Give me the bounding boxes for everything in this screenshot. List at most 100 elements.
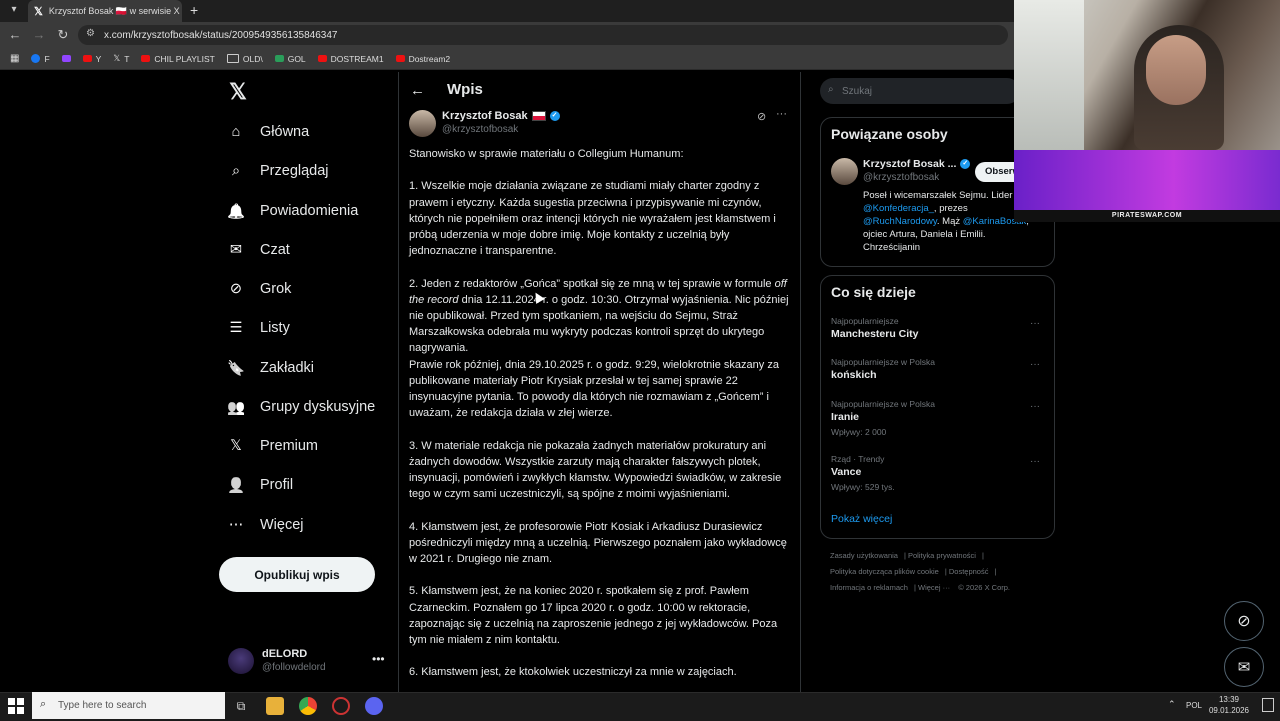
post-paragraph: 6. Kłamstwem jest, że ktokolwiek uczestn…	[409, 666, 737, 679]
publish-post-button[interactable]: Opublikuj wpis	[219, 557, 375, 592]
nav-item-7[interactable]: 🔖 Zakładki	[226, 353, 314, 383]
bookmark-t[interactable]: 𝕏T	[113, 53, 129, 64]
tray-chevron-icon[interactable]: ⌃	[1168, 699, 1176, 710]
author-name[interactable]: Krzysztof Bosak ✓	[442, 110, 560, 122]
trend-more-icon[interactable]: ···	[1030, 401, 1040, 412]
related-name[interactable]: Krzysztof Bosak ... ✓	[863, 158, 971, 170]
post-more-icon[interactable]: ···	[776, 108, 787, 120]
trend-more-icon[interactable]: ···	[1030, 456, 1040, 467]
new-tab-button[interactable]: +	[190, 0, 206, 22]
apps-icon[interactable]: ▦	[10, 53, 19, 64]
account-switcher[interactable]: dELORD @followdelord •••	[228, 646, 388, 678]
back-button[interactable]: ←	[6, 26, 24, 44]
account-name: dELORD	[262, 648, 308, 660]
bookmark-old[interactable]: OLD\	[226, 54, 263, 64]
app-icon[interactable]	[365, 697, 383, 715]
clock-time: 13:39	[1218, 695, 1240, 704]
author-handle[interactable]: @krzysztofbosak	[442, 124, 518, 135]
url-field[interactable]: ⚙ x.com/krzysztofbosak/status/2009549356…	[78, 25, 1008, 45]
nav-item-5[interactable]: ⊘ Grok	[226, 274, 292, 304]
nav-item-11[interactable]: ⋯ Więcej	[226, 510, 304, 540]
more-dots-icon[interactable]: •••	[372, 652, 385, 666]
messages-fab-button[interactable]: ✉	[1224, 647, 1264, 687]
mail-icon: ✉	[1237, 659, 1251, 676]
post-text-span: 2. Jeden z redaktorów „Gońca” spotkał si…	[409, 277, 772, 290]
page-title: Wpis	[447, 81, 483, 98]
youtube-icon	[82, 55, 92, 62]
nav-item-1[interactable]: ⌂ Główna	[226, 117, 310, 147]
browser-tab[interactable]: 𝕏 Krzysztof Bosak 🇵🇱 w serwisie X ✕	[28, 0, 182, 22]
forward-button[interactable]: →	[30, 26, 48, 44]
show-more-link[interactable]: Pokaż więcej	[831, 513, 892, 525]
nav-item-label: Profil	[260, 477, 294, 493]
site-info-icon[interactable]: ⚙	[86, 28, 95, 39]
chrome-icon[interactable]	[299, 697, 317, 715]
related-avatar[interactable]	[831, 158, 858, 185]
footer-link[interactable]: Informacja o reklamach	[830, 583, 908, 592]
taskbar-search-input[interactable]: Type here to search	[32, 692, 225, 719]
nav-item-4[interactable]: ✉ Czat	[226, 235, 290, 265]
footer-link[interactable]: Zasady użytkowania	[830, 551, 898, 560]
trend-meta: Najpopularniejsze w Polska	[831, 399, 935, 409]
bell-icon: 🔔	[226, 203, 246, 220]
trend-more-icon[interactable]: ···	[1030, 359, 1040, 370]
footer-link[interactable]: Polityka dotycząca plików cookie	[830, 567, 939, 576]
related-name-text: Krzysztof Bosak ...	[863, 158, 957, 170]
x-icon: 𝕏	[113, 53, 121, 63]
search-input[interactable]: Szukaj	[820, 78, 1020, 104]
grok-explain-icon[interactable]: ⊘	[757, 110, 766, 123]
nav-item-label: Grupy dyskusyjne	[260, 399, 376, 415]
notifications-icon[interactable]	[1262, 698, 1274, 712]
footer-link[interactable]: Polityka prywatności	[908, 551, 976, 560]
bookmark-dostream1[interactable]: DOSTREAM1	[317, 54, 384, 64]
nav-item-10[interactable]: 👤 Profil	[226, 470, 293, 500]
bookmark-y[interactable]: Y	[82, 54, 101, 64]
trend-name[interactable]: końskich	[831, 369, 877, 381]
gol-icon	[274, 55, 284, 62]
trend-more-icon[interactable]: ···	[1030, 318, 1040, 329]
grok-fab-button[interactable]: ⊘	[1224, 601, 1264, 641]
people-icon: 👥	[226, 399, 246, 416]
back-arrow-icon[interactable]: ←	[410, 82, 425, 99]
post-paragraph: 3. W materiale redakcja nie pokazała żad…	[409, 439, 782, 501]
facebook-icon	[31, 54, 41, 63]
bookmark-chil-playlist[interactable]: CHIL PLAYLIST	[141, 54, 215, 64]
trend-name[interactable]: Iranie	[831, 411, 859, 423]
tab-search-icon[interactable]: ▾	[6, 2, 22, 18]
nav-item-9[interactable]: 𝕏 Premium	[226, 431, 318, 461]
bio-link[interactable]: @RuchNarodowy	[863, 216, 937, 227]
bookmark-twitch[interactable]	[61, 55, 71, 62]
bio-text: Poseł i wicemarszałek Sejmu. Lider	[863, 190, 1013, 201]
bookmark-gol[interactable]: GOL	[274, 54, 306, 64]
nav-item-2[interactable]: ⌕ Przeglądaj	[226, 156, 329, 186]
trend-name[interactable]: Manchesteru City	[831, 328, 919, 340]
nav-item-3[interactable]: 🔔 Powiadomienia	[226, 196, 358, 226]
author-avatar[interactable]	[409, 110, 436, 137]
footer-link[interactable]: Dostępność	[949, 567, 989, 576]
search-icon: ⌕	[231, 163, 241, 179]
bio-link[interactable]: @Konfederacja_	[863, 203, 934, 214]
x-logo-icon[interactable]: 𝕏	[226, 80, 250, 104]
nav-item-6[interactable]: ☰ Listy	[226, 313, 290, 343]
file-explorer-icon[interactable]	[266, 697, 284, 715]
nav-item-8[interactable]: 👥 Grupy dyskusyjne	[226, 392, 375, 422]
tray-clock[interactable]: 13:39 09.01.2026	[1208, 694, 1250, 716]
related-handle[interactable]: @krzysztofbosak	[863, 172, 939, 183]
clock-date: 09.01.2026	[1208, 706, 1250, 715]
bookmark-f[interactable]: F	[31, 54, 50, 64]
tray-language[interactable]: POL	[1186, 701, 1202, 710]
webcam-overlay	[1014, 0, 1280, 150]
home-icon: ⌂	[231, 124, 241, 140]
task-view-icon[interactable]: ⧉	[232, 697, 250, 715]
grok-icon: ⊘	[229, 281, 243, 297]
footer-link[interactable]: Więcej ···	[918, 583, 950, 592]
post-paragraph: Prawie rok później, dnia 29.10.2025 r. o…	[409, 358, 779, 420]
windows-start-icon[interactable]	[8, 698, 24, 714]
obs-icon[interactable]	[332, 697, 350, 715]
bookmark-icon: 🔖	[226, 360, 246, 377]
post-body: Stanowisko w sprawie materiału o Collegi…	[409, 146, 789, 697]
trend-posts: Wpływy: 529 tys.	[831, 482, 895, 492]
reload-button[interactable]: ↻	[54, 26, 72, 44]
bookmark-dostream2[interactable]: Dostream2	[395, 54, 450, 64]
trend-name[interactable]: Vance	[831, 466, 861, 478]
